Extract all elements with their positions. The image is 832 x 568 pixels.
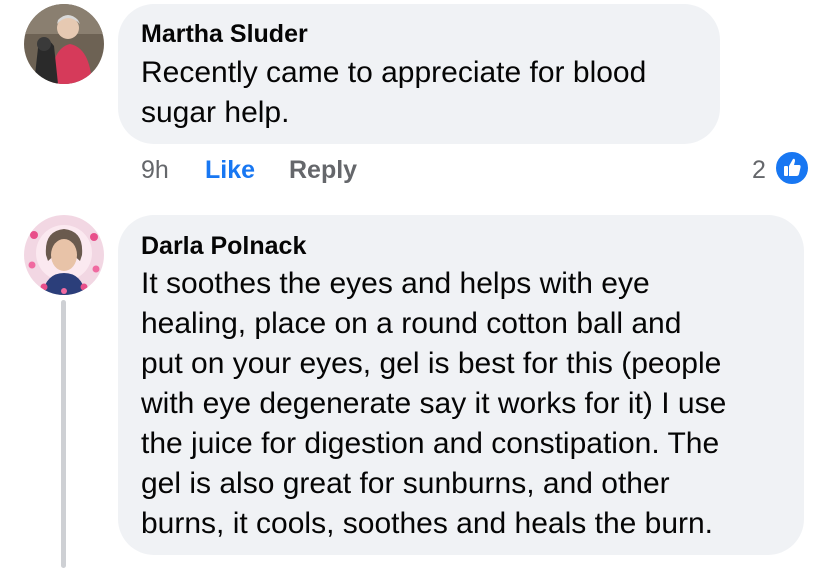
user-avatar-icon (24, 215, 104, 295)
reply-thread-line (61, 300, 66, 568)
reply-button[interactable]: Reply (289, 156, 357, 185)
comment-author[interactable]: Darla Polnack (141, 232, 306, 261)
reaction-count[interactable]: 2 (752, 156, 766, 185)
comment-author[interactable]: Martha Sluder (141, 20, 308, 49)
comment-text: It soothes the eyes and helps with eye h… (141, 267, 727, 540)
user-avatar-icon (24, 4, 104, 84)
comment-timestamp[interactable]: 9h (141, 156, 169, 185)
comment-text: Recently came to appreciate for blood su… (141, 56, 647, 129)
avatar-darla[interactable] (24, 215, 104, 295)
avatar-martha[interactable] (24, 4, 104, 84)
thumbs-up-icon[interactable] (774, 150, 810, 186)
like-button[interactable]: Like (205, 156, 255, 185)
